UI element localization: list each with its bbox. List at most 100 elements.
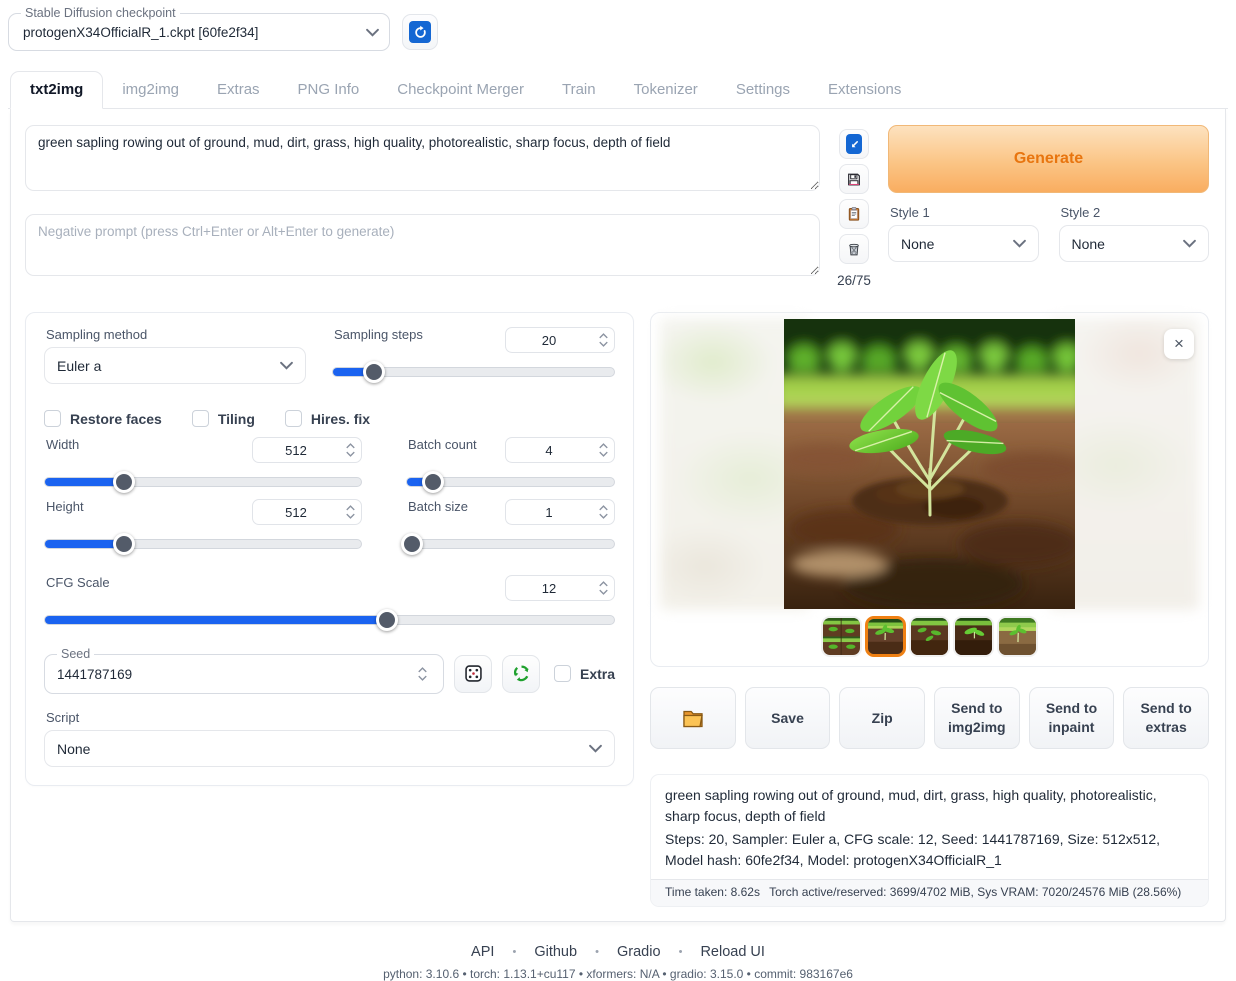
- chevron-down-icon: [1013, 239, 1026, 248]
- save-style-button[interactable]: [839, 164, 869, 194]
- height-input[interactable]: 512: [252, 499, 362, 525]
- height-slider[interactable]: [44, 533, 362, 555]
- negative-prompt-input[interactable]: [25, 214, 820, 276]
- footer-separator: •: [504, 946, 524, 958]
- restore-faces-checkbox[interactable]: Restore faces: [44, 410, 162, 427]
- send-to-inpaint-button[interactable]: Send to inpaint: [1029, 687, 1115, 749]
- thumbnail-1-grid[interactable]: [821, 616, 862, 657]
- prompt-input[interactable]: green sapling rowing out of ground, mud,…: [25, 125, 820, 191]
- seed-label: Seed: [57, 647, 94, 661]
- generation-settings-panel: Sampling method Euler a Sampling steps 2…: [25, 312, 634, 786]
- sampling-steps-label: Sampling steps: [334, 327, 423, 342]
- batch-count-label: Batch count: [408, 437, 477, 452]
- paste-params-button[interactable]: [839, 199, 869, 229]
- thumbnail-4[interactable]: [953, 616, 994, 657]
- reuse-seed-button[interactable]: [502, 655, 540, 693]
- delete-style-button[interactable]: [839, 234, 869, 264]
- cfg-scale-input[interactable]: 12: [505, 575, 615, 601]
- tiling-checkbox[interactable]: Tiling: [192, 410, 255, 427]
- folder-icon: [681, 706, 705, 730]
- seed-input[interactable]: Seed 1441787169: [44, 647, 444, 694]
- stepper-arrows[interactable]: [592, 438, 614, 462]
- batch-size-input[interactable]: 1: [505, 499, 615, 525]
- hires-fix-checkbox[interactable]: Hires. fix: [285, 410, 370, 427]
- output-column: ×: [650, 312, 1209, 907]
- close-image-button[interactable]: ×: [1164, 329, 1194, 359]
- script-label: Script: [46, 710, 615, 725]
- zip-button[interactable]: Zip: [839, 687, 925, 749]
- tab-txt2img[interactable]: txt2img: [10, 71, 103, 109]
- sampling-steps-input[interactable]: 20: [505, 327, 615, 353]
- generated-image-sapling[interactable]: [784, 319, 1075, 609]
- batch-size-label: Batch size: [408, 499, 468, 514]
- stepper-arrows[interactable]: [339, 438, 361, 462]
- checkpoint-select[interactable]: Stable Diffusion checkpoint protogenX34O…: [8, 6, 390, 51]
- api-link[interactable]: API: [465, 944, 500, 960]
- width-slider[interactable]: [44, 471, 362, 493]
- floppy-disk-icon: [846, 170, 862, 189]
- style2-select[interactable]: None: [1059, 225, 1210, 262]
- chevron-down-icon: [366, 28, 379, 37]
- recycle-icon: [511, 663, 532, 684]
- checkpoint-label: Stable Diffusion checkpoint: [21, 6, 180, 20]
- tab-img2img[interactable]: img2img: [103, 72, 198, 108]
- thumbnail-3[interactable]: [909, 616, 950, 657]
- txt2img-page: Stable Diffusion checkpoint protogenX34O…: [0, 0, 1236, 966]
- save-button[interactable]: Save: [745, 687, 831, 749]
- style1-select[interactable]: None: [888, 225, 1039, 262]
- footer-separator: •: [671, 946, 691, 958]
- tab-png-info[interactable]: PNG Info: [279, 72, 379, 108]
- refresh-checkpoints-button[interactable]: [402, 14, 438, 50]
- generation-info-panel: green sapling rowing out of ground, mud,…: [650, 774, 1209, 907]
- thumbnail-5[interactable]: [997, 616, 1038, 657]
- tab-extras[interactable]: Extras: [198, 72, 279, 108]
- dice-icon: [463, 663, 484, 684]
- random-seed-button[interactable]: [454, 655, 492, 693]
- batch-count-input[interactable]: 4: [505, 437, 615, 463]
- reload-ui-link[interactable]: Reload UI: [694, 944, 770, 960]
- tab-tokenizer[interactable]: Tokenizer: [615, 72, 717, 108]
- arrow-down-left-icon: [846, 134, 862, 154]
- height-label: Height: [46, 499, 84, 514]
- tab-extensions[interactable]: Extensions: [809, 72, 920, 108]
- token-counter: 26/75: [837, 273, 871, 288]
- page-footer: API • Github • Gradio • Reload UI python…: [0, 944, 1236, 981]
- stepper-arrows[interactable]: [592, 576, 614, 600]
- chevron-down-icon: [589, 744, 602, 753]
- generate-button[interactable]: Generate: [888, 125, 1209, 193]
- image-actions: Save Zip Send to img2img Send to inpaint…: [650, 687, 1209, 749]
- width-input[interactable]: 512: [252, 437, 362, 463]
- chevron-down-icon: [280, 361, 293, 370]
- stepper-arrows[interactable]: [339, 500, 361, 524]
- info-prompt-text: green sapling rowing out of ground, mud,…: [665, 785, 1194, 827]
- sampling-steps-slider[interactable]: [332, 361, 615, 383]
- read-params-button[interactable]: [839, 129, 869, 159]
- thumbnail-2-selected[interactable]: [865, 616, 906, 657]
- script-select[interactable]: None: [44, 730, 615, 767]
- tab-checkpoint-merger[interactable]: Checkpoint Merger: [378, 72, 543, 108]
- clipboard-icon: [846, 205, 862, 223]
- batch-count-slider[interactable]: [406, 471, 615, 493]
- sampling-method-select[interactable]: Euler a: [44, 347, 306, 384]
- thumbnail-gallery: [656, 616, 1203, 657]
- stepper-arrows[interactable]: [411, 667, 433, 681]
- open-folder-button[interactable]: [650, 687, 736, 749]
- cfg-scale-slider[interactable]: [44, 609, 615, 631]
- github-link[interactable]: Github: [528, 944, 583, 960]
- refresh-icon: [409, 21, 431, 43]
- image-stage: [656, 318, 1203, 610]
- result-image-panel: ×: [650, 312, 1209, 667]
- gradio-link[interactable]: Gradio: [611, 944, 667, 960]
- stepper-arrows[interactable]: [592, 328, 614, 352]
- send-to-extras-button[interactable]: Send to extras: [1123, 687, 1209, 749]
- tab-settings[interactable]: Settings: [717, 72, 809, 108]
- extra-seed-checkbox[interactable]: Extra: [554, 665, 615, 682]
- stepper-arrows[interactable]: [592, 500, 614, 524]
- style2-label: Style 2: [1061, 205, 1210, 220]
- txt2img-panel: green sapling rowing out of ground, mud,…: [10, 109, 1226, 922]
- tab-train[interactable]: Train: [543, 72, 615, 108]
- style1-label: Style 1: [890, 205, 1039, 220]
- cfg-scale-label: CFG Scale: [46, 575, 110, 590]
- batch-size-slider[interactable]: [406, 533, 615, 555]
- send-to-img2img-button[interactable]: Send to img2img: [934, 687, 1020, 749]
